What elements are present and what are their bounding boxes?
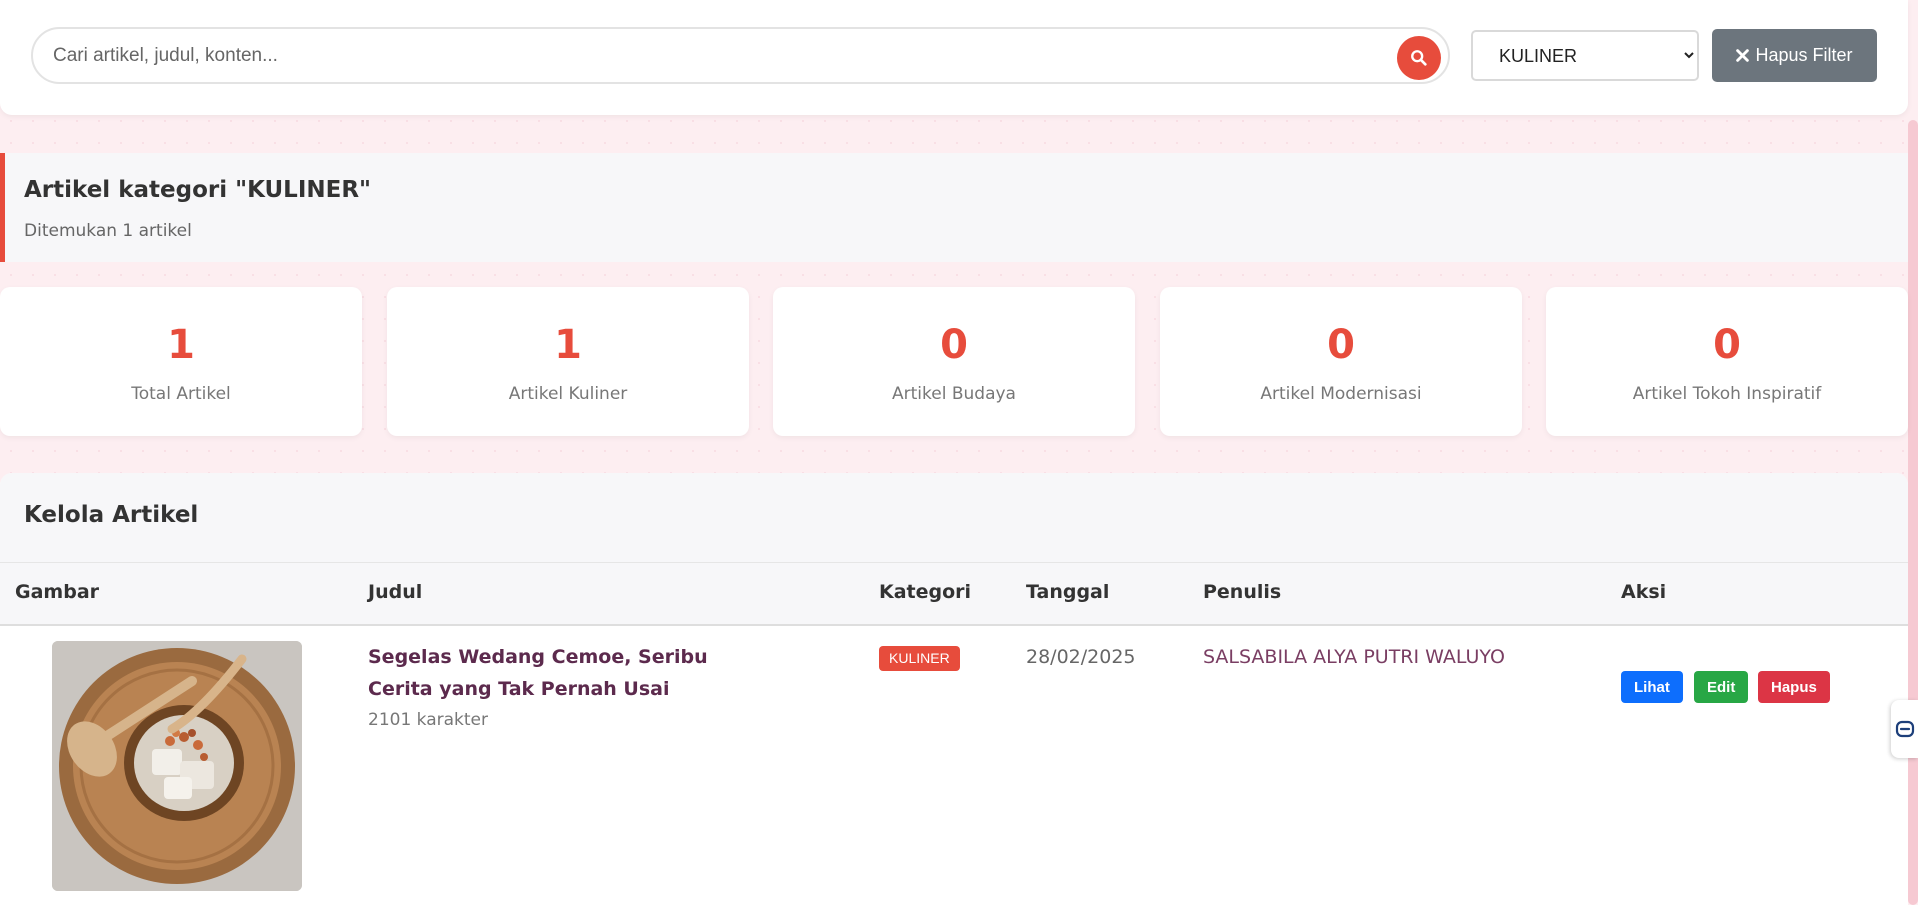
article-char-count: 2101 karakter [368,710,488,730]
stat-value: 0 [1327,322,1355,368]
table-header-row: Gambar Judul Kategori Tanggal Penulis Ak… [0,563,1908,626]
stat-card-total: 1 Total Artikel [0,287,362,436]
clear-filter-button[interactable]: Hapus Filter [1712,29,1877,82]
article-title[interactable]: Segelas Wedang Cemoe, Seribu Cerita yang… [368,641,758,705]
chat-widget-tab[interactable] [1891,700,1918,758]
stat-label: Total Artikel [131,384,231,404]
view-button[interactable]: Lihat [1621,671,1683,703]
column-header-kategori: Kategori [879,581,972,603]
clear-filter-label: Hapus Filter [1755,45,1853,65]
stat-card-modernisasi: 0 Artikel Modernisasi [1160,287,1522,436]
column-header-aksi: Aksi [1621,581,1667,603]
column-header-gambar: Gambar [15,581,100,603]
food-photo-icon [52,641,302,891]
column-header-judul: Judul [368,581,423,603]
search-panel: KULINER Hapus Filter [0,0,1908,115]
article-date: 28/02/2025 [1026,646,1136,668]
stat-card-budaya: 0 Artikel Budaya [773,287,1135,436]
table-title: Kelola Artikel [24,502,199,528]
table-row: Segelas Wedang Cemoe, Seribu Cerita yang… [0,626,1908,905]
stat-value: 1 [554,322,582,368]
stat-label: Artikel Tokoh Inspiratif [1632,384,1822,404]
result-title: Artikel kategori "KULINER" [24,177,372,203]
close-icon [1736,49,1750,62]
category-badge: KULINER [879,646,960,671]
delete-button[interactable]: Hapus [1758,671,1830,703]
table-panel-header: Kelola Artikel [0,473,1908,563]
search-box [31,27,1450,84]
stat-card-kuliner: 1 Artikel Kuliner [387,287,749,436]
category-select[interactable]: KULINER [1471,30,1699,81]
page-scrollbar[interactable] [1908,120,1918,905]
search-icon [1411,50,1427,66]
result-header: Artikel kategori "KULINER" Ditemukan 1 a… [0,153,1908,262]
stat-label: Artikel Kuliner [508,384,628,404]
stat-value: 0 [1713,322,1741,368]
stat-card-tokoh-inspiratif: 0 Artikel Tokoh Inspiratif [1546,287,1908,436]
column-header-penulis: Penulis [1203,581,1282,603]
article-author: SALSABILA ALYA PUTRI WALUYO [1203,646,1505,668]
article-thumbnail[interactable] [52,641,302,891]
search-input[interactable] [53,41,1383,71]
chat-icon [1895,720,1914,738]
stat-value: 0 [940,322,968,368]
column-header-tanggal: Tanggal [1026,581,1110,603]
result-count: Ditemukan 1 artikel [24,221,192,241]
edit-button[interactable]: Edit [1694,671,1749,703]
stat-label: Artikel Modernisasi [1260,384,1422,404]
stat-value: 1 [167,322,195,368]
search-button[interactable] [1397,36,1441,80]
article-table-panel: Kelola Artikel Gambar Judul Kategori Tan… [0,473,1908,905]
stat-label: Artikel Budaya [892,384,1016,404]
